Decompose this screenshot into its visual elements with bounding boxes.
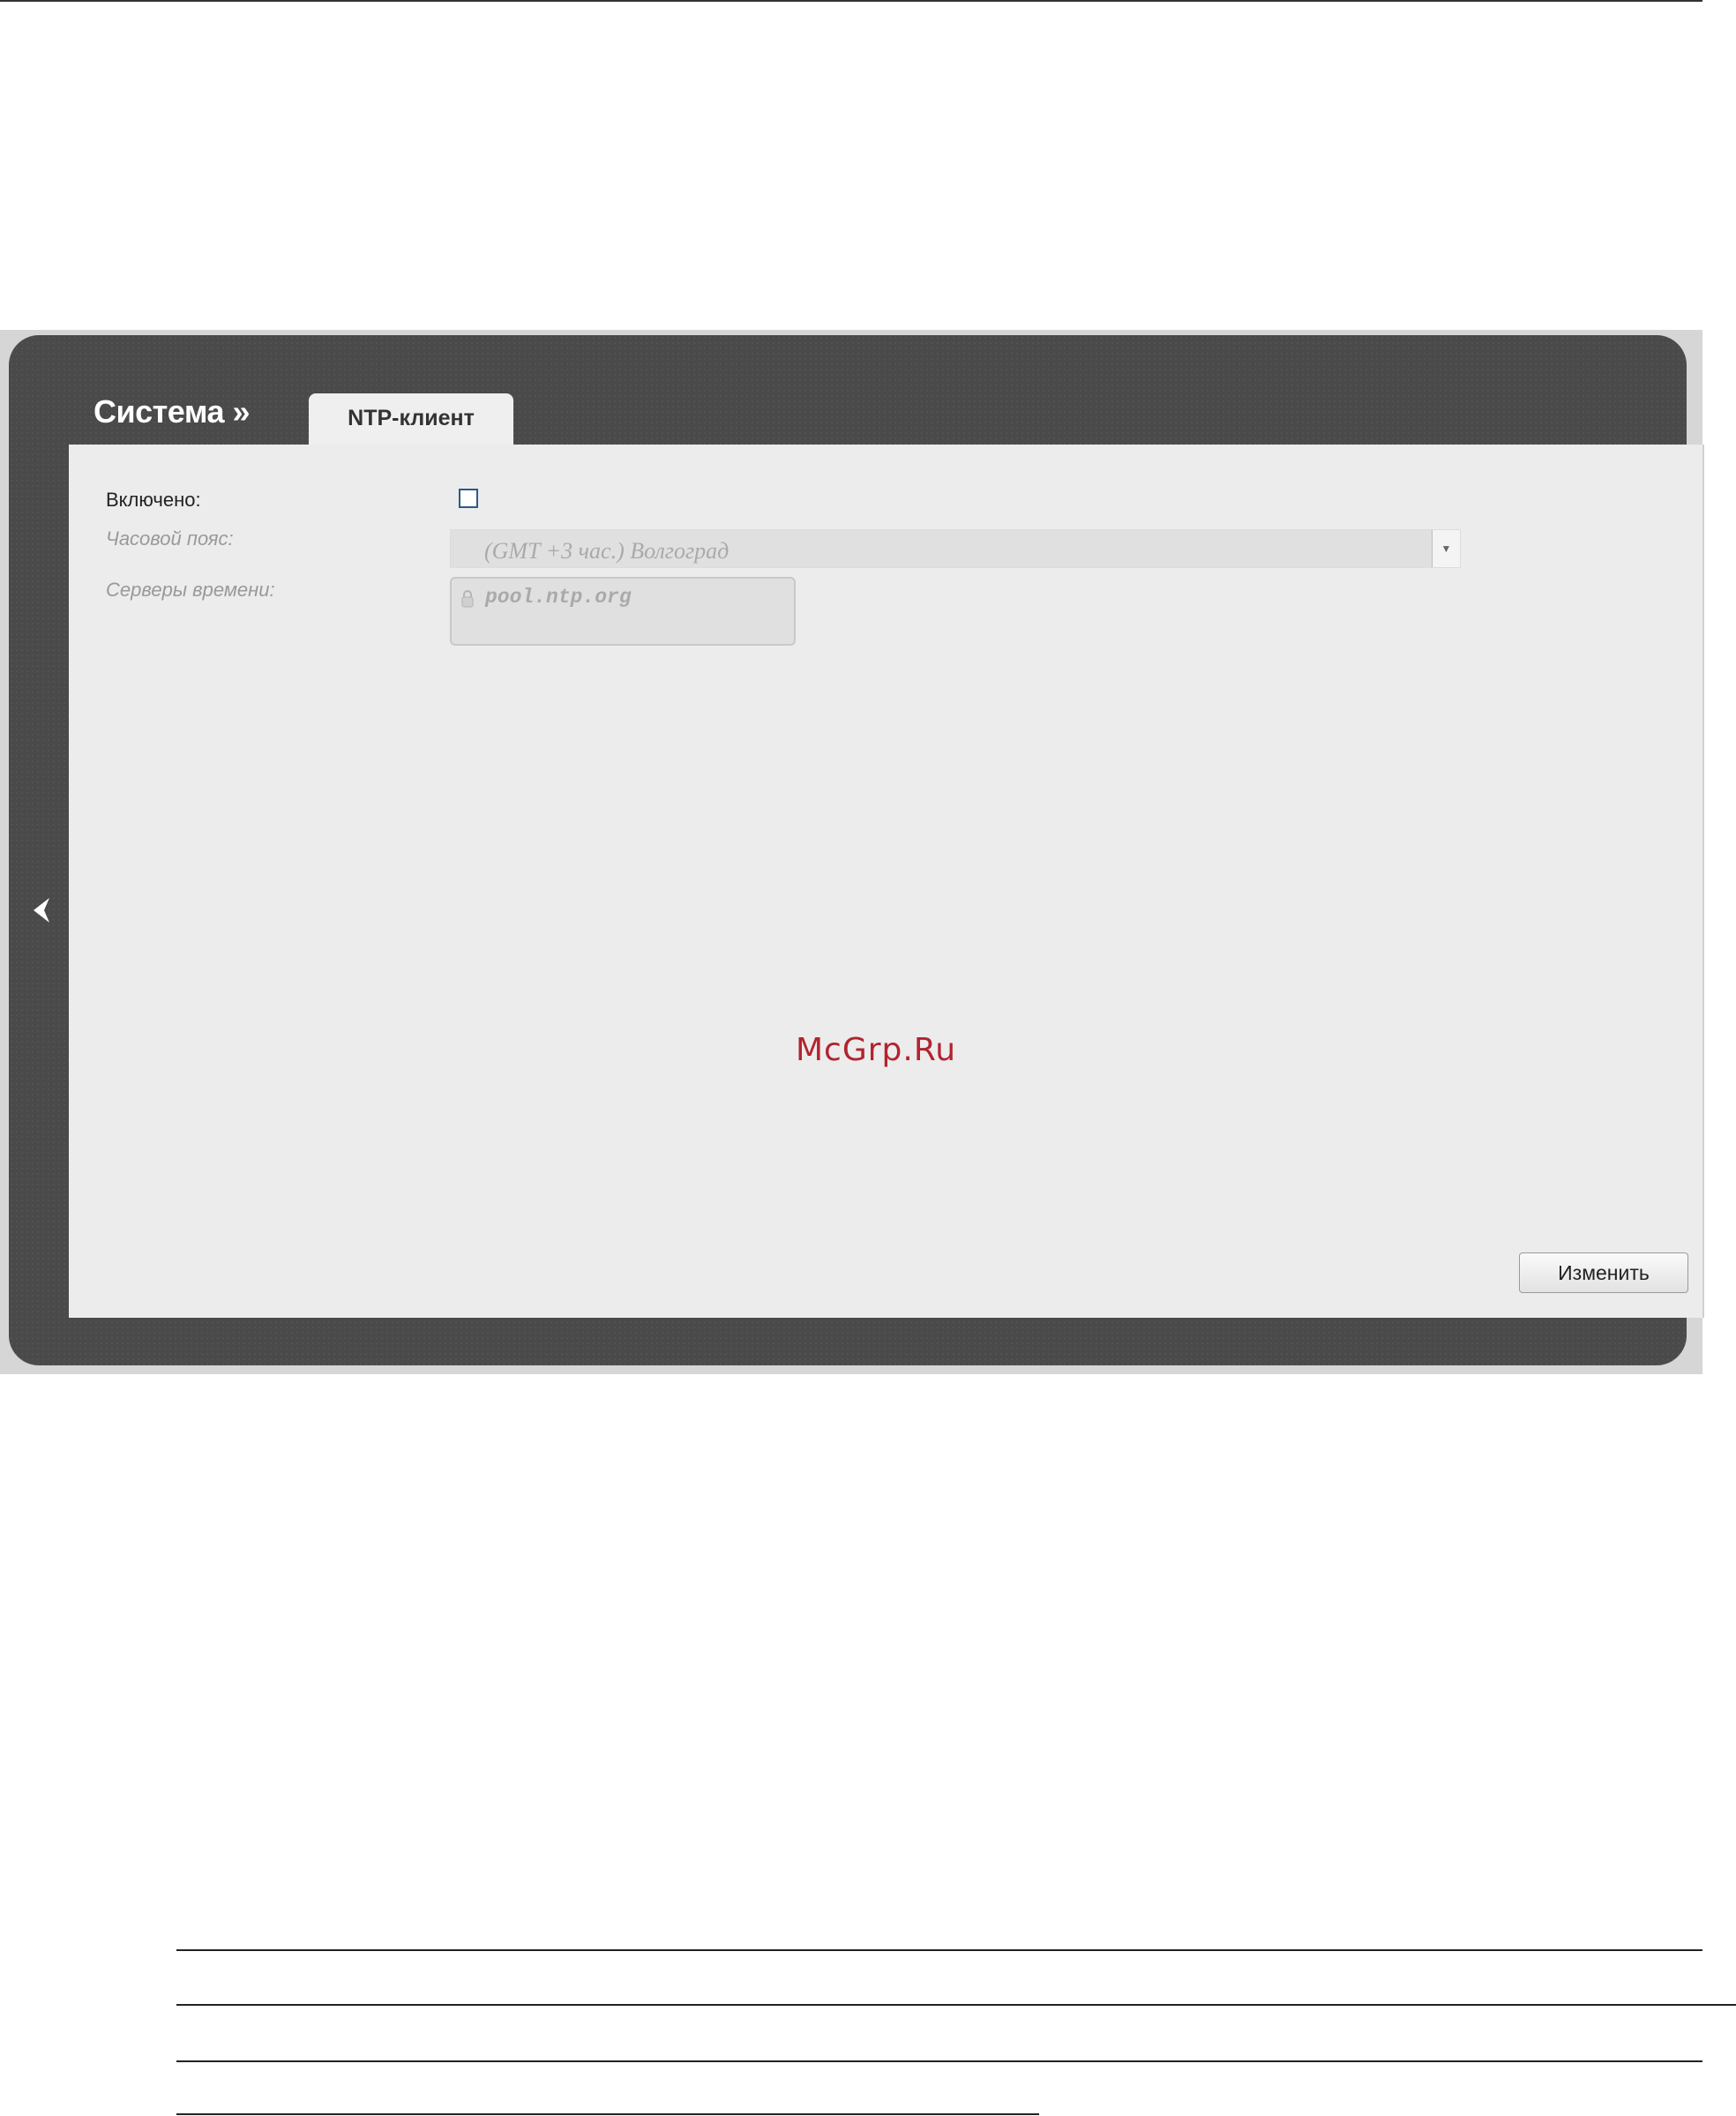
time-servers-label: Серверы времени: <box>106 579 275 601</box>
timezone-label: Часовой пояс: <box>106 527 234 550</box>
footer-line <box>176 2004 1736 2006</box>
top-rule <box>0 0 1702 2</box>
footer-line <box>176 2113 1039 2115</box>
chevron-left-icon[interactable] <box>25 893 60 928</box>
lock-icon <box>461 590 474 608</box>
footer-line <box>176 1949 1702 1951</box>
footer-line <box>176 2060 1702 2062</box>
timezone-select-value: (GMT +3 час.) Волгоград <box>484 538 730 564</box>
tab-ntp-client[interactable]: NTP-клиент <box>309 393 513 448</box>
timezone-select[interactable]: (GMT +3 час.) Волгоград ▼ <box>450 529 1461 568</box>
enabled-label: Включено: <box>106 489 201 511</box>
save-button[interactable]: Изменить <box>1519 1252 1688 1293</box>
chevron-down-icon[interactable]: ▼ <box>1432 530 1460 567</box>
breadcrumb[interactable]: Система » <box>94 393 251 430</box>
router-ui-screenshot: Система » NTP-клиент Включено: Часовой п… <box>0 330 1704 1374</box>
content-card: Включено: Часовой пояс: (GMT +3 час.) Во… <box>69 445 1704 1318</box>
main-panel: Система » NTP-клиент Включено: Часовой п… <box>9 335 1704 1365</box>
watermark: McGrp.Ru <box>796 1032 957 1068</box>
enabled-checkbox[interactable] <box>459 489 478 508</box>
time-servers-value: pool.ntp.org <box>485 586 632 609</box>
time-servers-field[interactable]: pool.ntp.org <box>450 577 796 646</box>
